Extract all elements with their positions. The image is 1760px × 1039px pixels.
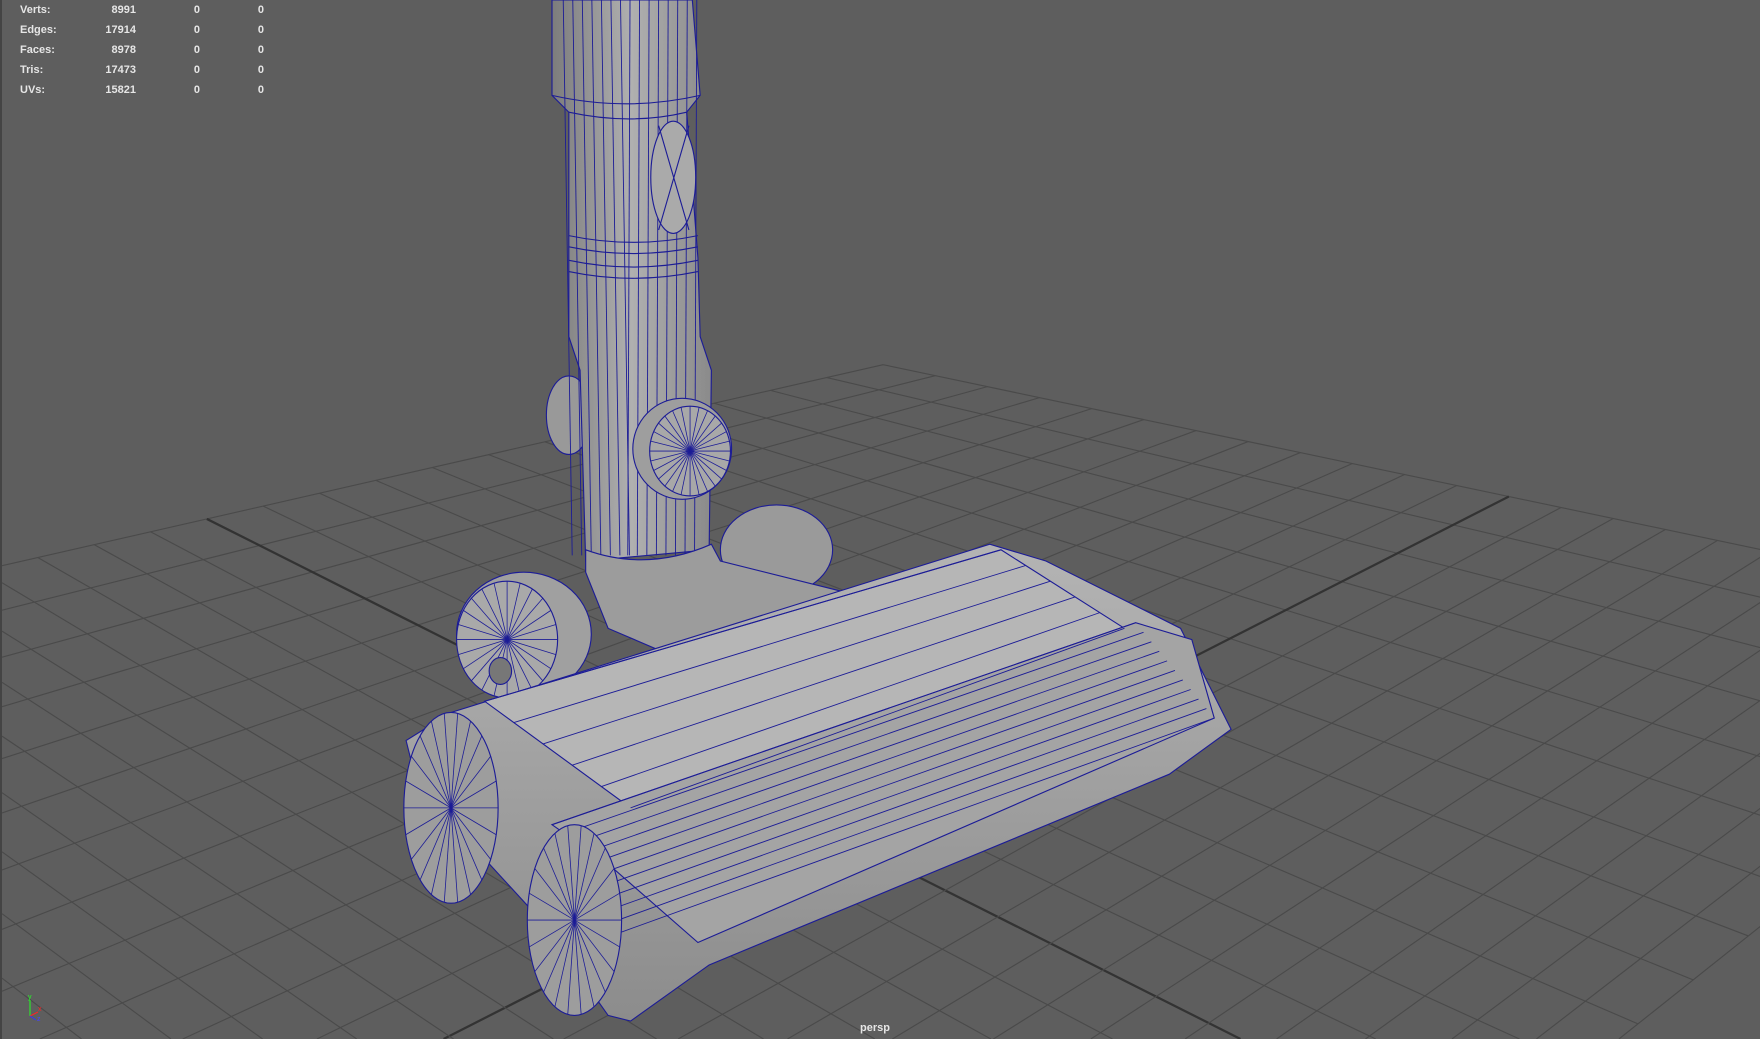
grid-line — [2, 792, 358, 1039]
stat-components: 0 — [257, 44, 264, 56]
stat-value: 15821 — [105, 84, 136, 96]
stat-value: 8978 — [111, 44, 136, 56]
stat-row-tris: Tris: 17473 0 0 — [20, 60, 264, 80]
grid-line — [1184, 649, 1760, 1039]
axis-y-label: y — [28, 994, 32, 1001]
stat-components: 0 — [257, 84, 264, 96]
stat-row-verts: Verts: 8991 0 0 — [20, 0, 264, 20]
axis-z-label: z — [37, 1016, 41, 1022]
grid-line — [883, 364, 1760, 550]
stat-components: 0 — [257, 4, 264, 16]
stat-label: Faces: — [20, 44, 55, 56]
poly-count-hud: Verts: 8991 0 0 Edges: 17914 0 0 Faces: 8978 0 0 … — [20, 0, 264, 100]
stat-selected: 0 — [193, 84, 200, 96]
vacuum-model[interactable] — [403, 0, 1232, 1022]
viewport-persp[interactable]: Verts: 8991 0 0 Edges: 17914 0 0 Faces: 8978 0 0 … — [0, 0, 1760, 1039]
stat-label: Verts: — [20, 4, 51, 16]
stat-selected: 0 — [193, 4, 200, 16]
stat-label: Tris: — [20, 64, 44, 76]
stat-row-faces: Faces: 8978 0 0 — [20, 40, 264, 60]
stat-label: Edges: — [20, 24, 57, 36]
camera-name-label: persp — [860, 1022, 890, 1034]
grid-line — [1618, 925, 1760, 1039]
stat-label: UVs: — [20, 84, 46, 96]
stat-row-uvs: UVs: 15821 0 0 — [20, 80, 264, 100]
axis-gizmo-icon: y x z — [28, 994, 42, 1022]
stat-value: 17914 — [105, 24, 136, 36]
stat-components: 0 — [257, 24, 264, 36]
scene-3d[interactable] — [2, 0, 1760, 1039]
axis-x-label: x — [38, 1006, 42, 1013]
stat-selected: 0 — [193, 24, 200, 36]
axis-z-line — [29, 1015, 37, 1021]
wheel-hub — [488, 656, 513, 685]
stat-selected: 0 — [193, 44, 200, 56]
stat-row-edges: Edges: 17914 0 0 — [20, 20, 264, 40]
stat-value: 8991 — [111, 4, 136, 16]
stat-components: 0 — [257, 64, 264, 76]
grid-line — [1276, 699, 1760, 1039]
stat-value: 17473 — [105, 64, 136, 76]
stat-selected: 0 — [193, 64, 200, 76]
